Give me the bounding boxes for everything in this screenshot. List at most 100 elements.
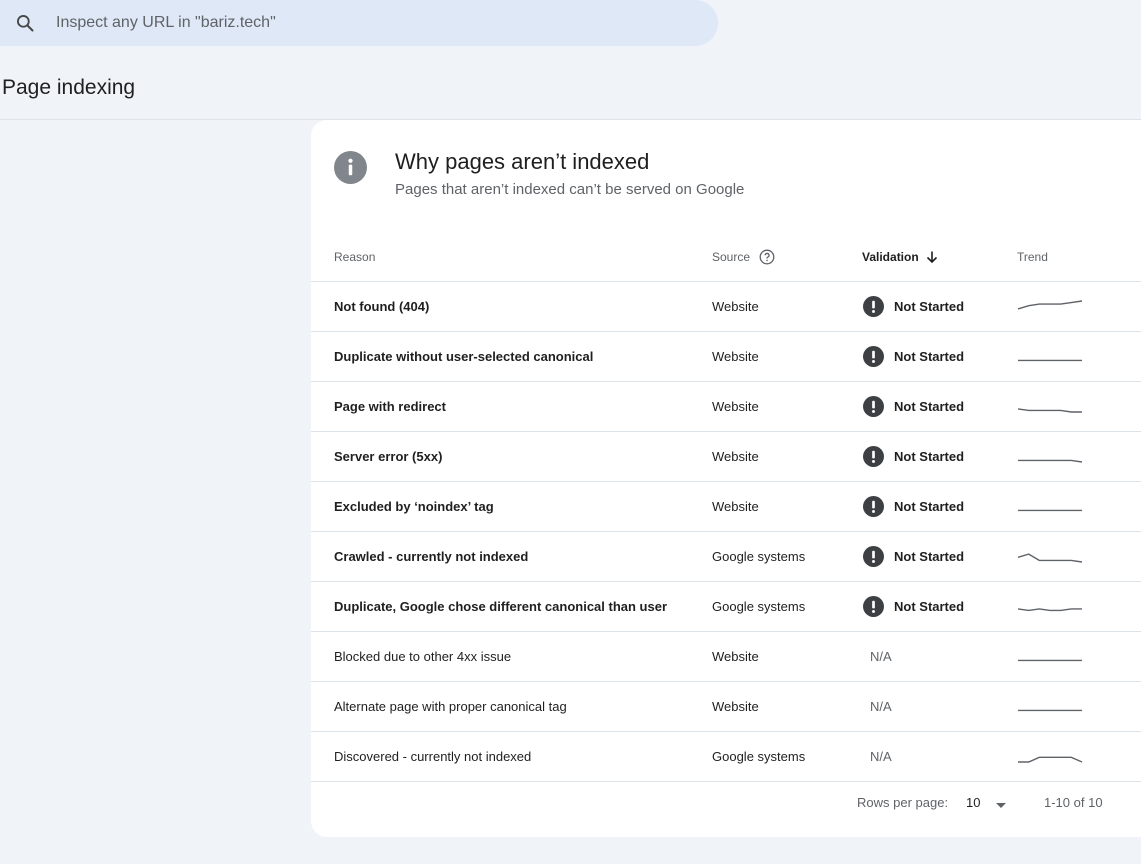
table-row[interactable]: Excluded by ‘noindex’ tag Website Not Star…: [311, 481, 1141, 532]
trend-cell: [1017, 581, 1141, 632]
table-row[interactable]: Alternate page with proper canonical tag…: [311, 681, 1141, 732]
search-bar[interactable]: [0, 0, 718, 46]
source-text: Website: [712, 699, 759, 714]
validation-cell: N/A: [862, 631, 1017, 682]
trend-sparkline: [1018, 659, 1082, 661]
trend-line: [1018, 756, 1083, 763]
source-text: Website: [712, 499, 759, 514]
rows-per-page-label: Rows per page:: [857, 794, 949, 810]
trend-sparkline: [1018, 359, 1082, 361]
trend-line: [1017, 607, 1082, 611]
source-text: Google systems: [712, 549, 806, 564]
source-text: Website: [712, 649, 759, 664]
rows-per-page-select[interactable]: 10: [966, 795, 980, 810]
trend-cell: [1017, 331, 1141, 382]
help-circle-icon[interactable]: [759, 249, 775, 265]
validation-status: Not Started: [862, 346, 1017, 367]
source-cell: Google systems: [712, 581, 862, 632]
validation-text: Not Started: [894, 449, 965, 464]
source-cell: Website: [712, 281, 862, 332]
source-text: Google systems: [712, 599, 806, 614]
caret-down-icon[interactable]: [994, 798, 1008, 812]
source-cell: Website: [712, 681, 862, 732]
table-row[interactable]: Blocked due to other 4xx issue Website N/A: [311, 631, 1141, 682]
column-header-reason[interactable]: Reason: [311, 232, 712, 282]
exclamation-circle-icon: [863, 346, 884, 367]
table-body: Not found (404) Website Not Started Duplica…: [311, 281, 1141, 782]
validation-cell: Not Started: [862, 381, 1017, 432]
validation-cell: N/A: [862, 681, 1017, 732]
reason-cell: Page with redirect: [311, 381, 712, 432]
validation-cell: Not Started: [862, 581, 1017, 632]
reason-text: Duplicate, Google chose different canoni…: [334, 599, 668, 614]
reason-cell: Duplicate, Google chose different canoni…: [311, 581, 712, 632]
column-header-source[interactable]: Source: [712, 232, 862, 282]
table-row[interactable]: Duplicate without user-selected canonica…: [311, 331, 1141, 382]
table-row[interactable]: Discovered - currently not indexed Google…: [311, 731, 1141, 782]
trend-sparkline: [1018, 709, 1082, 711]
validation-cell: Not Started: [862, 431, 1017, 482]
source-text: Website: [712, 399, 759, 414]
exclamation-circle-icon: [863, 296, 884, 317]
source-cell: Website: [712, 331, 862, 382]
source-cell: Google systems: [712, 531, 862, 582]
validation-text: Not Started: [894, 549, 965, 564]
validation-status: Not Started: [862, 396, 1017, 417]
source-text: Website: [712, 349, 759, 364]
validation-cell: N/A: [862, 731, 1017, 782]
not-indexed-card: Why pages aren’t indexed Pages that aren…: [311, 120, 1141, 837]
reason-cell: Duplicate without user-selected canonica…: [311, 331, 712, 382]
reason-text: Duplicate without user-selected canonica…: [334, 349, 594, 364]
reason-text: Blocked due to other 4xx issue: [334, 649, 512, 664]
trend-line: [1018, 459, 1083, 463]
validation-text: Not Started: [894, 599, 965, 614]
validation-status: N/A: [862, 749, 1017, 764]
reason-cell: Blocked due to other 4xx issue: [311, 631, 712, 682]
trend-cell: [1017, 681, 1141, 732]
validation-cell: Not Started: [862, 281, 1017, 332]
table-row[interactable]: Page with redirect Website Not Started: [311, 381, 1141, 432]
trend-cell: [1017, 381, 1141, 432]
reason-text: Server error (5xx): [334, 449, 443, 464]
trend-sparkline: [1017, 407, 1082, 413]
search-input[interactable]: [54, 13, 658, 33]
reason-cell: Crawled - currently not indexed: [311, 531, 712, 582]
table-row[interactable]: Server error (5xx) Website Not Started: [311, 431, 1141, 482]
reason-text: Page with redirect: [334, 399, 446, 414]
search-icon: [17, 15, 34, 32]
table-row[interactable]: Duplicate, Google chose different canoni…: [311, 581, 1141, 632]
validation-status: Not Started: [862, 296, 1017, 317]
trend-cell: [1017, 631, 1141, 682]
validation-text: N/A: [870, 699, 892, 714]
reason-cell: Discovered - currently not indexed: [311, 731, 712, 782]
source-cell: Google systems: [712, 731, 862, 782]
page-title: Page indexing: [2, 76, 136, 99]
column-header-source-label: Source: [712, 249, 751, 264]
column-header-reason-label: Reason: [334, 249, 376, 264]
arrow-down-icon: [926, 251, 937, 263]
trend-line: [1017, 299, 1083, 310]
source-text: Website: [712, 299, 759, 314]
validation-status: Not Started: [862, 446, 1017, 467]
source-cell: Website: [712, 631, 862, 682]
exclamation-circle-icon: [863, 496, 884, 517]
column-header-validation-label: Validation: [862, 249, 919, 264]
trend-cell: [1017, 281, 1141, 332]
source-cell: Website: [712, 481, 862, 532]
column-header-trend: Trend: [1017, 232, 1141, 282]
reason-text: Excluded by ‘noindex’ tag: [334, 499, 494, 514]
validation-text: Not Started: [894, 299, 965, 314]
trend-cell: [1017, 481, 1141, 532]
trend-sparkline: [1017, 607, 1082, 611]
column-header-validation[interactable]: Validation: [862, 232, 1017, 282]
column-header-trend-label: Trend: [1017, 249, 1048, 264]
validation-status: N/A: [862, 699, 1017, 714]
reason-text: Not found (404): [334, 299, 430, 314]
trend-line: [1017, 407, 1082, 413]
card-subtitle: Pages that aren’t indexed can’t be serve…: [395, 181, 745, 198]
reason-text: Discovered - currently not indexed: [334, 749, 532, 764]
source-cell: Website: [712, 381, 862, 432]
card-header: Why pages aren’t indexed Pages that aren…: [334, 149, 744, 198]
table-row[interactable]: Crawled - currently not indexed Google sy…: [311, 531, 1141, 582]
table-row[interactable]: Not found (404) Website Not Started: [311, 281, 1141, 332]
